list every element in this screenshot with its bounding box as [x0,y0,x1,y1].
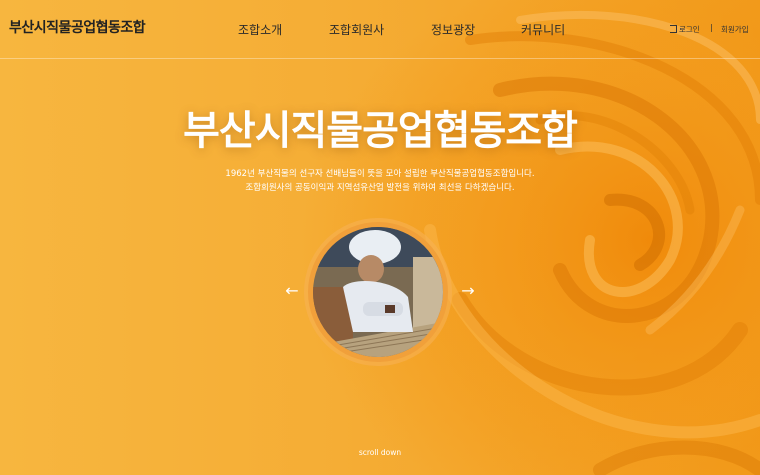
hero-desc-line-1: 1962년 부산직물의 선구자 선배님들이 뜻을 모아 설립한 부산직물공업협동… [225,169,535,179]
nav-item-info[interactable]: 정보광장 [431,21,475,38]
hero-title: 부산시직물공업협동조합 [183,108,578,154]
signup-link[interactable]: 회원가입 [721,24,749,35]
nav-item-community[interactable]: 커뮤니티 [521,21,565,38]
scroll-down-link[interactable]: scroll down [0,448,760,457]
util-separator: | [710,23,713,32]
site-header: 부산시직물공업협동조합 조합소개 조합회원사 정보광장 커뮤니티 로그인 | 회… [0,0,760,59]
arrow-left-icon[interactable]: ← [282,281,302,301]
hero-desc-line-2: 조합회원사의 공동이익과 지역섬유산업 발전을 위하여 최선을 다하겠습니다. [245,183,515,193]
nav-item-about[interactable]: 조합소개 [238,21,282,38]
nav-item-members[interactable]: 조합회원사 [329,21,384,38]
login-icon [670,25,677,33]
login-link[interactable]: 로그인 [670,24,700,35]
hero-description: 1962년 부산직물의 선구자 선배님들이 뜻을 모아 설립한 부산직물공업협동… [0,167,760,195]
worker-photo [313,227,443,357]
slide-photo-frame [308,222,448,362]
hero-section: 부산시직물공업협동조합 조합소개 조합회원사 정보광장 커뮤니티 로그인 | 회… [0,0,760,475]
arrow-right-icon[interactable]: → [458,281,478,301]
site-logo[interactable]: 부산시직물공업협동조합 [9,17,146,37]
login-label: 로그인 [679,25,700,34]
